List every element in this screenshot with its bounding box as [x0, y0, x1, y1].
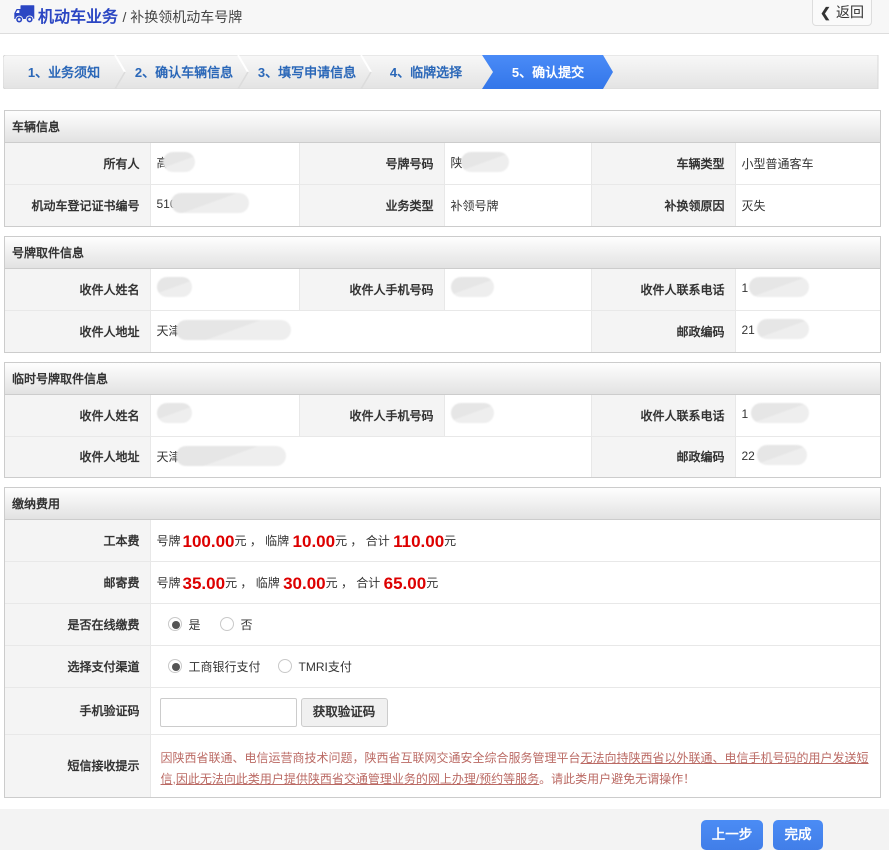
svg-text:5、确认提交: 5、确认提交 — [512, 65, 584, 80]
svg-text:3、填写申请信息: 3、填写申请信息 — [258, 65, 356, 80]
svg-text:2、确认车辆信息: 2、确认车辆信息 — [135, 65, 233, 80]
svg-text:1、业务须知: 1、业务须知 — [28, 65, 100, 80]
svg-text:4、临牌选择: 4、临牌选择 — [390, 65, 463, 80]
